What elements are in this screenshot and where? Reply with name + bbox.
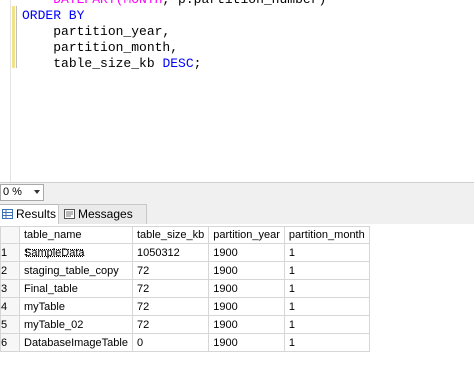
column-header[interactable]: partition_month [283, 226, 370, 244]
grid-cell[interactable]: DatabaseImageTable [19, 333, 133, 352]
messages-icon [64, 209, 75, 219]
row-number[interactable]: 5 [0, 315, 20, 334]
row-number[interactable]: 4 [0, 297, 20, 316]
grid-cell[interactable]: 1 [283, 297, 370, 316]
code-token: table_size_kb [53, 56, 163, 71]
grid-cell[interactable]: 1 [283, 243, 370, 262]
table-row[interactable]: 3 Final_table 72 1900 1 [0, 279, 370, 298]
code-line: table_size_kb DESC; [22, 56, 326, 72]
column-header[interactable]: table_name [19, 226, 133, 244]
grid-cell[interactable]: Final_table [19, 279, 133, 298]
column-header[interactable]: table_size_kb [131, 226, 210, 244]
grid-icon [2, 209, 13, 219]
code-token: ORDER BY [22, 8, 85, 23]
grid-cell[interactable]: SampleData [19, 243, 133, 262]
row-header-corner[interactable] [0, 226, 20, 244]
grid-cell-value: 1900 [213, 300, 238, 313]
code-token: ; [193, 56, 202, 71]
grid-cell[interactable]: 1900 [208, 243, 285, 262]
code-token: , p.partition_number) [162, 0, 326, 7]
tab-messages-label: Messages [78, 207, 133, 221]
zoom-value: 0 % [3, 186, 22, 198]
grid-cell[interactable]: myTable [19, 297, 133, 316]
grid-cell-value: 0 [136, 336, 144, 349]
outline-fold-line [16, 6, 17, 68]
grid-cell[interactable]: 72 [131, 297, 210, 316]
grid-cell[interactable]: 1 [283, 279, 370, 298]
code-token: MONTH [123, 0, 162, 7]
query-editor[interactable]: DATEPART(MONTH, p.partition_number)ORDER… [0, 0, 474, 182]
results-grid: table_name table_size_kb partition_year … [0, 226, 370, 352]
grid-cell-value: 72 [136, 264, 150, 277]
table-row[interactable]: 2 staging_table_copy 72 1900 1 [0, 261, 370, 280]
tab-messages[interactable]: Messages [58, 204, 147, 224]
grid-cell-value: DatabaseImageTable [24, 336, 128, 349]
grid-cell-value: 72 [136, 318, 150, 331]
row-number[interactable]: 1 [0, 243, 20, 262]
chevron-down-icon [34, 190, 40, 194]
code-line: partition_month, [22, 40, 326, 56]
code-line: ORDER BY [22, 8, 326, 24]
grid-cell-value: myTable_02 [24, 318, 84, 331]
code-line: DATEPART(MONTH, p.partition_number) [22, 0, 326, 8]
editor-gutter [0, 0, 11, 182]
grid-cell[interactable]: 72 [131, 315, 210, 334]
grid-cell[interactable]: 72 [131, 279, 210, 298]
code-token: DATEPART( [53, 0, 123, 7]
grid-cell-value: 1900 [213, 282, 238, 295]
grid-cell-value: Final_table [24, 282, 78, 295]
change-marker [12, 6, 15, 68]
grid-cell[interactable]: 1900 [208, 297, 285, 316]
sql-code[interactable]: DATEPART(MONTH, p.partition_number)ORDER… [22, 0, 326, 72]
row-number[interactable]: 3 [0, 279, 20, 298]
grid-cell-value: 1 [288, 336, 296, 349]
grid-cell-value: 1900 [213, 246, 238, 259]
grid-cell-value: staging_table_copy [24, 264, 119, 277]
grid-cell-value: 1900 [213, 336, 238, 349]
grid-cell[interactable]: 1 [283, 333, 370, 352]
zoom-bar: 0 % [0, 182, 474, 202]
table-row[interactable]: 1 SampleData 1050312 1900 1 [0, 243, 370, 262]
zoom-dropdown[interactable]: 0 % [0, 184, 44, 201]
results-tabbar: Results Messages [0, 202, 474, 225]
grid-cell-value: 1050312 [136, 246, 180, 259]
grid-cell[interactable]: 1900 [208, 261, 285, 280]
grid-cell-value: SampleData [24, 246, 85, 259]
grid-cell[interactable]: 0 [131, 333, 210, 352]
table-row[interactable]: 4 myTable 72 1900 1 [0, 297, 370, 316]
code-token: DESC [162, 56, 194, 71]
grid-cell[interactable]: 1 [283, 315, 370, 334]
table-row[interactable]: 5 myTable_02 72 1900 1 [0, 315, 370, 334]
code-token: partition_month, [53, 40, 179, 55]
grid-cell-value: 72 [136, 300, 150, 313]
grid-cell-value: myTable [24, 300, 65, 313]
grid-cell[interactable]: 1 [283, 261, 370, 280]
grid-cell[interactable]: 1900 [208, 279, 285, 298]
grid-cell[interactable]: myTable_02 [19, 315, 133, 334]
grid-cell-value: 1900 [213, 318, 238, 331]
grid-cell-value: 1 [288, 318, 296, 331]
grid-cell[interactable]: 1050312 [131, 243, 210, 262]
results-grid-area: table_name table_size_kb partition_year … [0, 224, 474, 381]
grid-cell[interactable]: 72 [131, 261, 210, 280]
column-header[interactable]: partition_year [208, 226, 285, 244]
grid-cell[interactable]: staging_table_copy [19, 261, 133, 280]
code-token: partition_year, [53, 24, 171, 39]
grid-cell-value: 1 [288, 264, 296, 277]
grid-cell-value: 1900 [213, 264, 238, 277]
row-number[interactable]: 6 [0, 333, 20, 352]
grid-header-row: table_name table_size_kb partition_year … [0, 226, 370, 244]
grid-cell-value: 72 [136, 282, 150, 295]
grid-cell-value: 1 [288, 246, 296, 259]
table-row[interactable]: 6 DatabaseImageTable 0 1900 1 [0, 333, 370, 352]
grid-cell-value: 1 [288, 282, 296, 295]
code-line: partition_year, [22, 24, 326, 40]
row-number[interactable]: 2 [0, 261, 20, 280]
grid-cell[interactable]: 1900 [208, 333, 285, 352]
tab-results-label: Results [16, 207, 57, 221]
grid-cell[interactable]: 1900 [208, 315, 285, 334]
grid-cell-value: 1 [288, 300, 296, 313]
